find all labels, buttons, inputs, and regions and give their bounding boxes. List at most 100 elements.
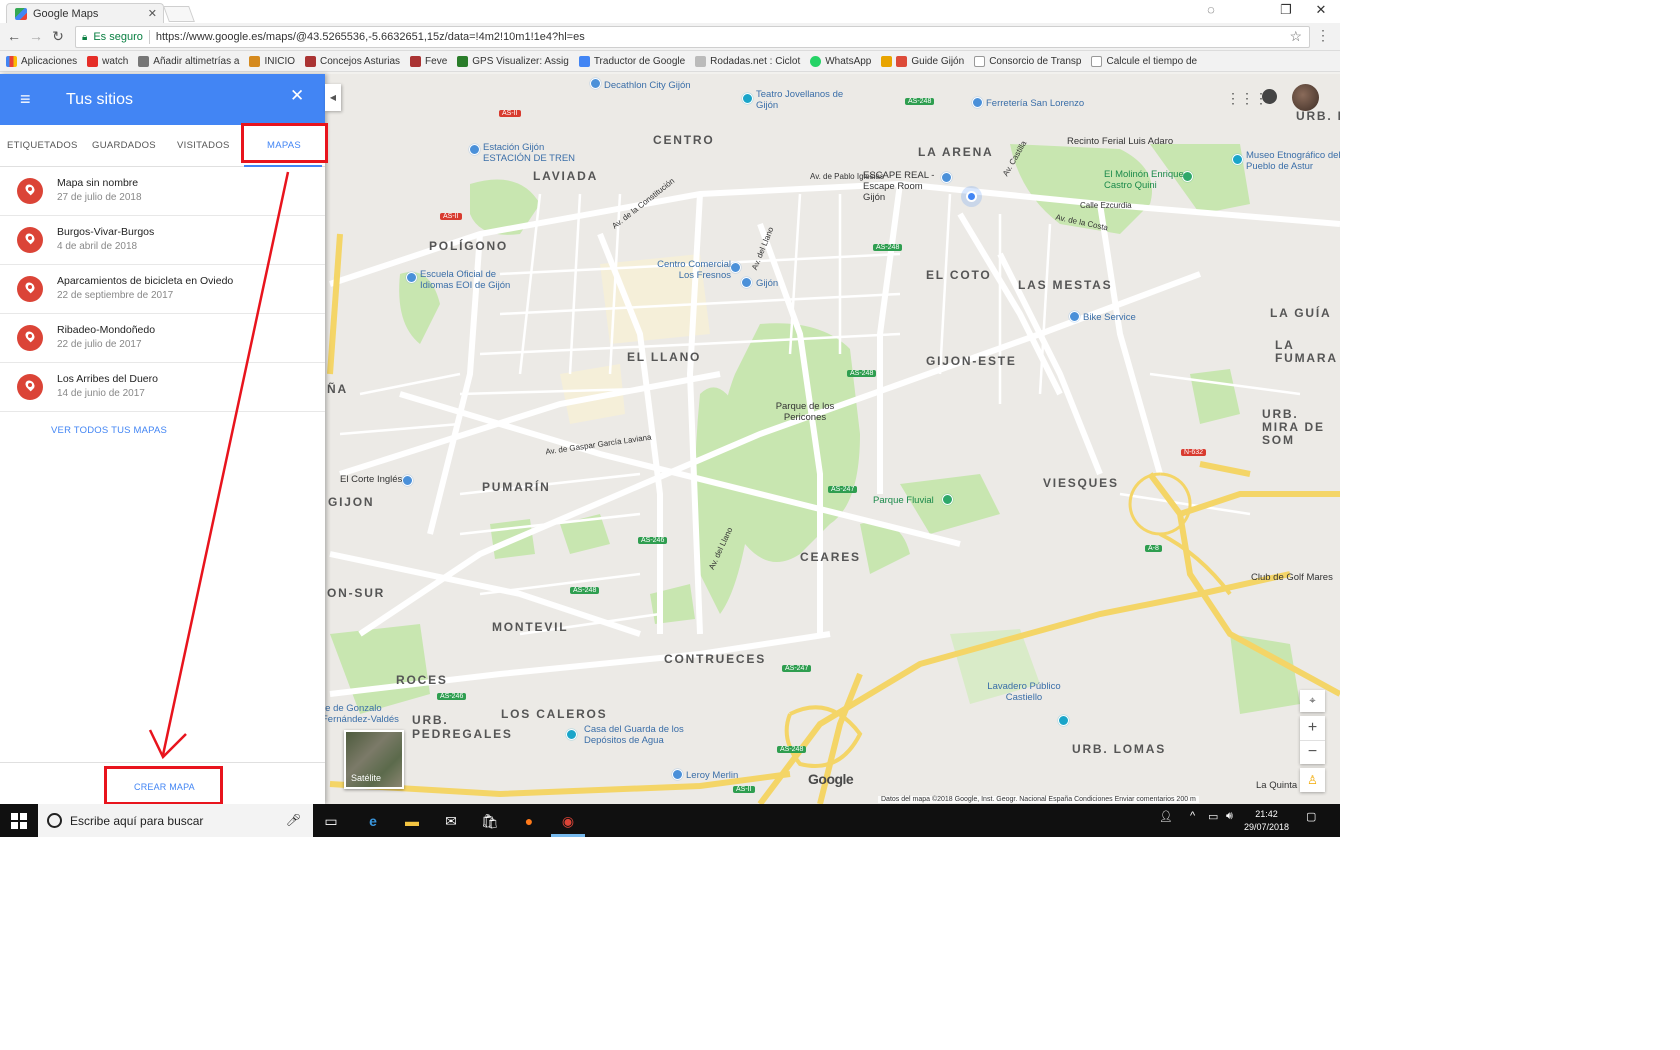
poi-label[interactable]: El Corte Inglés — [340, 474, 402, 485]
school-marker-icon[interactable] — [406, 272, 417, 283]
minimize-icon[interactable]: ◌ — [1196, 2, 1226, 17]
road-shield: AS-II — [733, 786, 755, 793]
clock-date: 29/07/2018 — [1244, 822, 1290, 832]
annotation-arrow — [148, 171, 290, 760]
bike-shop-marker-icon[interactable] — [1069, 311, 1080, 322]
bookmark-consorcio[interactable]: Consorcio de Transp — [974, 55, 1082, 67]
notifications-icon[interactable] — [1262, 89, 1277, 104]
park-marker-icon[interactable] — [942, 494, 953, 505]
bookmark-icon — [457, 55, 469, 67]
action-center-icon[interactable]: ▢ — [1306, 810, 1316, 823]
windows-start-icon[interactable] — [11, 813, 27, 829]
poi-label[interactable]: Recinto Ferial Luis Adaro — [1067, 136, 1173, 147]
map-label: LAS MESTAS — [1018, 278, 1113, 292]
whatsapp-icon — [810, 55, 822, 67]
shopping-marker-icon[interactable] — [972, 97, 983, 108]
store-icon[interactable]: 🛍︎ — [479, 810, 501, 832]
bookmark-icon — [695, 55, 707, 67]
google-logo: Google — [808, 771, 854, 787]
tray-chevron-icon[interactable]: ^ — [1190, 810, 1195, 822]
bookmark-calcule[interactable]: Calcule el tiempo de — [1091, 55, 1198, 67]
microphone-icon[interactable]: 🎤︎ — [286, 813, 301, 827]
poi-label[interactable]: Parque de los Pericones — [770, 401, 840, 423]
map-label: VIESQUES — [1043, 476, 1119, 490]
museum-marker-icon[interactable] — [1232, 154, 1243, 165]
page-icon — [974, 55, 986, 67]
satellite-toggle[interactable]: Satélite — [344, 730, 404, 789]
shopping-marker-icon[interactable] — [402, 475, 413, 486]
chrome-icon[interactable]: ◉ — [557, 810, 579, 832]
poi-label[interactable]: Casa del Guarda de los Depósitos de Agua — [584, 724, 694, 746]
poi-label[interactable]: Estación Gijón ESTACIÓN DE TREN — [483, 142, 583, 164]
road-shield: AS-247 — [782, 665, 812, 672]
edge-icon[interactable]: e — [362, 810, 384, 832]
bookmark-feve[interactable]: Feve — [410, 55, 447, 67]
poi-label[interactable]: El Molinón Enrique Castro Quini — [1104, 169, 1184, 191]
bookmark-label: Rodadas.net : Ciclot — [710, 55, 801, 67]
poi-label[interactable]: Ferretería San Lorenzo — [986, 98, 1084, 109]
map-label: LA GUÍA — [1270, 306, 1332, 320]
poi-label[interactable]: Museo Etnográfico del Pueblo de Astur — [1246, 150, 1340, 172]
map-label: ROCES — [396, 673, 448, 687]
poi-label[interactable]: Escuela Oficial de Idiomas EOI de Gijón — [420, 269, 525, 291]
poi-label[interactable]: Lavadero Público Castiello — [984, 681, 1064, 703]
street-label: Calle Ezcurdia — [1080, 201, 1132, 210]
windows-taskbar: Escribe aquí para buscar 🎤︎ ▭ e ▬ ✉ 🛍︎ ●… — [0, 804, 1340, 837]
system-clock[interactable]: 21:42 29/07/2018 — [1244, 808, 1289, 834]
bookmark-label: Consorcio de Transp — [989, 55, 1082, 67]
avatar[interactable] — [1292, 84, 1319, 111]
landmark-marker-icon[interactable] — [566, 729, 577, 740]
map-label: URB. P — [1296, 109, 1340, 123]
zoom-in-button[interactable]: + — [1300, 716, 1325, 740]
theater-marker-icon[interactable] — [742, 93, 753, 104]
firefox-icon[interactable]: ● — [518, 810, 540, 832]
bookmark-traductor[interactable]: Traductor de Google — [578, 55, 685, 67]
bookmark-star-icon[interactable]: ☆ — [1289, 28, 1302, 45]
poi-label[interactable]: Bike Service — [1083, 312, 1136, 323]
map-label: MONTEVIL — [492, 620, 569, 634]
road-shield: AS-II — [440, 213, 462, 220]
bookmark-label: GPS Visualizer: Assig — [472, 55, 569, 67]
road-shield: N-632 — [1181, 449, 1207, 456]
map-label: LAVIADA — [533, 169, 599, 183]
mail-icon[interactable]: ✉ — [440, 810, 462, 832]
road-shield: AS-248 — [873, 244, 903, 251]
shopping-marker-icon[interactable] — [672, 769, 683, 780]
map-attribution[interactable]: Datos del mapa ©2018 Google, Inst. Geogr… — [878, 796, 1199, 803]
file-explorer-icon[interactable]: ▬ — [401, 810, 423, 832]
pegman-icon[interactable]: ♙ — [1300, 768, 1325, 792]
zoom-out-button[interactable]: − — [1300, 740, 1325, 764]
task-view-icon[interactable]: ▭ — [320, 810, 342, 832]
road-shield: AS-247 — [828, 486, 858, 493]
poi-label[interactable]: Club de Golf Mares — [1251, 572, 1333, 583]
bookmark-label: Guide Gijón — [911, 55, 965, 67]
train-marker-icon[interactable] — [469, 144, 480, 155]
map-label: LA FUMARA — [1275, 338, 1338, 365]
close-window-icon[interactable]: ✕ — [1306, 2, 1336, 18]
shopping-marker-icon[interactable] — [590, 78, 601, 89]
people-icon[interactable]: 👤︎ — [1159, 810, 1173, 823]
landmark-marker-icon[interactable] — [1058, 715, 1069, 726]
poi-label[interactable]: Decathlon City Gijón — [604, 80, 691, 91]
poi-label[interactable]: Leroy Merlin — [686, 770, 738, 781]
bookmark-guide[interactable]: Guide Gijón — [881, 55, 965, 67]
clock-time: 21:42 — [1255, 809, 1278, 819]
road-shield: AS-II — [499, 110, 521, 117]
shopping-marker-icon[interactable] — [730, 262, 741, 273]
poi-label[interactable]: Parque Fluvial — [873, 495, 934, 506]
bookmark-rodadas[interactable]: Rodadas.net : Ciclot — [695, 55, 801, 67]
browser-menu-icon[interactable]: ⋮ — [1316, 27, 1330, 44]
poi-label[interactable]: Centro Comercial Los Fresnos — [646, 259, 731, 281]
network-icon[interactable]: ▭ — [1208, 810, 1218, 823]
city-marker-icon[interactable] — [741, 277, 752, 288]
my-location-button[interactable]: ⌖ — [1300, 690, 1325, 712]
poi-label[interactable]: Gijón — [756, 278, 778, 289]
bookmark-whatsapp[interactable]: WhatsApp — [810, 55, 871, 67]
poi-label[interactable]: Teatro Jovellanos de Gijón — [756, 89, 856, 111]
bookmark-gps[interactable]: GPS Visualizer: Assig — [457, 55, 569, 67]
restore-icon[interactable]: ❐ — [1271, 2, 1301, 18]
taskbar-search-input[interactable]: Escribe aquí para buscar 🎤︎ — [38, 804, 313, 837]
map-label: CENTRO — [653, 133, 715, 147]
bookmark-label: Calcule el tiempo de — [1106, 55, 1198, 67]
volume-icon[interactable]: 🔊︎ — [1226, 810, 1233, 823]
